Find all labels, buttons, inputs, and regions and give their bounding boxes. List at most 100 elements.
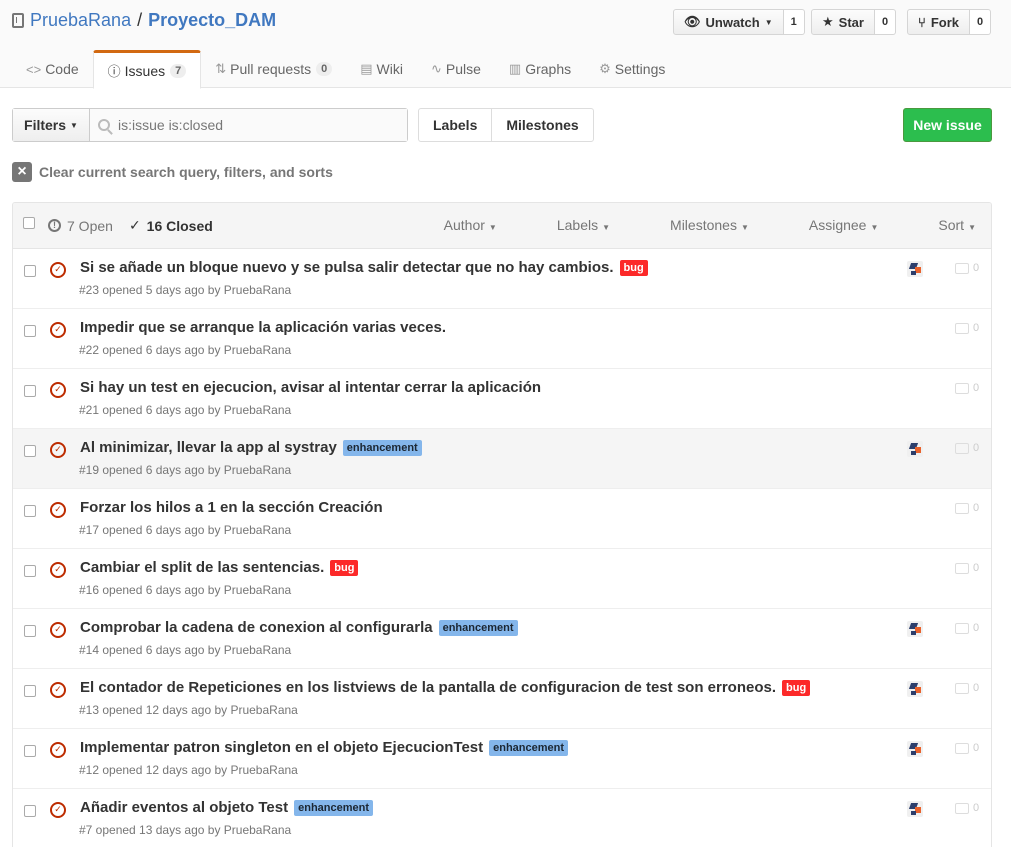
avatar[interactable]	[907, 801, 923, 817]
table-row[interactable]: ✓ Añadir eventos al objeto Test enhancemen…	[13, 789, 991, 847]
issue-meta: #19 opened 6 days ago by PruebaRana	[79, 463, 292, 477]
avatar[interactable]	[907, 261, 923, 277]
comment-icon	[955, 802, 969, 814]
avatar[interactable]	[907, 741, 923, 757]
issue-title-link[interactable]: El contador de Repeticiones en los listv…	[80, 679, 776, 696]
select-all-checkbox[interactable]	[23, 217, 35, 229]
issues-list: ! 7 Open ✓ 16 Closed Author ▼ Labels ▼ Miles…	[12, 202, 992, 847]
issue-title-link[interactable]: Si se añade un bloque nuevo y se pulsa s…	[80, 259, 614, 276]
comments-link[interactable]: 0	[955, 682, 979, 694]
labels-menu[interactable]: Labels ▼	[527, 217, 610, 233]
issue-checkbox[interactable]	[24, 385, 36, 397]
tab-settings[interactable]: ⚙ Settings	[585, 50, 679, 88]
issue-closed-icon: ✓	[50, 802, 66, 818]
issue-title-link[interactable]: Forzar los hilos a 1 en la sección Creac…	[80, 499, 383, 516]
issue-checkbox[interactable]	[24, 745, 36, 757]
sort-menu[interactable]: Sort ▼	[908, 217, 976, 233]
clear-filters-link[interactable]: × Clear current search query, filters, a…	[12, 162, 333, 182]
comments-link[interactable]: 0	[955, 802, 979, 814]
tab-code[interactable]: <> Code	[12, 50, 93, 88]
watchers-count[interactable]: 1	[783, 9, 805, 35]
issue-label[interactable]: bug	[330, 559, 359, 576]
issue-meta: #12 opened 12 days ago by PruebaRana	[79, 763, 298, 777]
author-menu[interactable]: Author ▼	[414, 217, 497, 233]
table-row[interactable]: ✓ Impedir que se arranque la aplicación v…	[13, 309, 991, 369]
comments-link[interactable]: 0	[955, 742, 979, 754]
table-row[interactable]: ✓ Forzar los hilos a 1 en la sección Crea…	[13, 489, 991, 549]
tab-label: Pull requests	[230, 61, 312, 77]
issue-checkbox[interactable]	[24, 505, 36, 517]
stars-count[interactable]: 0	[874, 9, 897, 35]
comments-link[interactable]: 0	[955, 622, 979, 634]
comment-icon	[955, 622, 969, 634]
issue-label[interactable]: enhancement	[489, 739, 569, 756]
table-row[interactable]: ✓ Si hay un test en ejecucion, avisar al …	[13, 369, 991, 429]
comments-link[interactable]: 0	[955, 262, 979, 274]
table-row[interactable]: ✓ Implementar patron singleton en el obje…	[13, 729, 991, 789]
avatar[interactable]	[907, 621, 923, 637]
issue-title-link[interactable]: Cambiar el split de las sentencias.	[80, 559, 324, 576]
issue-title-link[interactable]: Impedir que se arranque la aplicación va…	[80, 319, 446, 336]
star-group: ★ Star 0	[811, 9, 897, 35]
search-input[interactable]	[118, 117, 378, 133]
issue-checkbox[interactable]	[24, 805, 36, 817]
issue-label[interactable]: enhancement	[294, 799, 374, 816]
tab-issues[interactable]: ⓘ Issues 7	[92, 50, 202, 89]
tab-wiki[interactable]: ▤ Wiki	[346, 50, 417, 88]
tab-pulse[interactable]: ∿ Pulse	[417, 50, 495, 88]
forks-count[interactable]: 0	[969, 9, 992, 35]
table-row[interactable]: ✓ Al minimizar, llevar la app al systray e…	[13, 429, 991, 489]
milestones-menu[interactable]: Milestones ▼	[640, 217, 749, 233]
comment-count: 0	[973, 562, 980, 574]
chevron-down-icon: ▼	[488, 223, 497, 232]
fork-button[interactable]: ⑂ Fork	[907, 9, 970, 35]
filters-label: Filters	[24, 117, 67, 133]
repo-owner-link[interactable]: PruebaRana	[30, 10, 131, 31]
new-issue-button[interactable]: New issue	[903, 108, 992, 142]
star-button[interactable]: ★ Star	[811, 9, 875, 35]
repo-name-link[interactable]: Proyecto_DAM	[148, 10, 276, 31]
open-issues-link[interactable]: ! 7 Open	[48, 218, 113, 234]
issue-checkbox[interactable]	[24, 565, 36, 577]
tab-graphs[interactable]: ▥ Graphs	[495, 50, 585, 88]
issue-checkbox[interactable]	[24, 265, 36, 277]
issue-title-link[interactable]: Implementar patron singleton en el objet…	[80, 739, 483, 756]
unwatch-button[interactable]: 👁 Unwatch ▼	[673, 9, 784, 35]
issue-checkbox[interactable]	[24, 325, 36, 337]
issue-title-link[interactable]: Si hay un test en ejecucion, avisar al i…	[80, 379, 541, 396]
comment-count: 0	[973, 682, 980, 694]
avatar[interactable]	[907, 681, 923, 697]
milestones-button[interactable]: Milestones	[491, 109, 592, 141]
comment-icon	[955, 742, 969, 754]
table-row[interactable]: ✓ Si se añade un bloque nuevo y se pulsa …	[13, 249, 991, 309]
issue-label[interactable]: enhancement	[438, 619, 518, 636]
avatar[interactable]	[907, 441, 923, 457]
comments-link[interactable]: 0	[955, 322, 979, 334]
issue-label[interactable]: bug	[782, 679, 811, 696]
comments-link[interactable]: 0	[955, 382, 979, 394]
comments-link[interactable]: 0	[955, 442, 979, 454]
table-row[interactable]: ✓ El contador de Repeticiones en los list…	[13, 669, 991, 729]
comments-link[interactable]: 0	[955, 562, 979, 574]
issue-title-link[interactable]: Añadir eventos al objeto Test	[80, 799, 288, 816]
graph-icon: ▥	[508, 61, 522, 76]
issue-title-link[interactable]: Al minimizar, llevar la app al systray	[80, 439, 337, 456]
table-row[interactable]: ✓ Comprobar la cadena de conexion al conf…	[13, 609, 991, 669]
comment-count: 0	[973, 622, 980, 634]
table-row[interactable]: ✓ Cambiar el split de las sentencias. bug #…	[13, 549, 991, 609]
fork-label: Fork	[930, 14, 959, 30]
comments-link[interactable]: 0	[955, 502, 979, 514]
issue-checkbox[interactable]	[24, 685, 36, 697]
menu-label: Labels	[556, 217, 599, 233]
filters-button[interactable]: Filters ▼	[13, 109, 90, 141]
issue-label[interactable]: enhancement	[342, 439, 422, 456]
assignee-menu[interactable]: Assignee ▼	[779, 217, 879, 233]
issue-checkbox[interactable]	[24, 445, 36, 457]
issue-title-link[interactable]: Comprobar la cadena de conexion al confi…	[80, 619, 433, 636]
labels-button[interactable]: Labels	[419, 109, 491, 141]
closed-issues-link[interactable]: ✓ 16 Closed	[129, 217, 213, 234]
issue-checkbox[interactable]	[24, 625, 36, 637]
tab-pull-requests[interactable]: ⇅ Pull requests 0	[201, 50, 346, 88]
issue-opened-icon: ⓘ	[107, 64, 121, 79]
issue-label[interactable]: bug	[619, 259, 648, 276]
